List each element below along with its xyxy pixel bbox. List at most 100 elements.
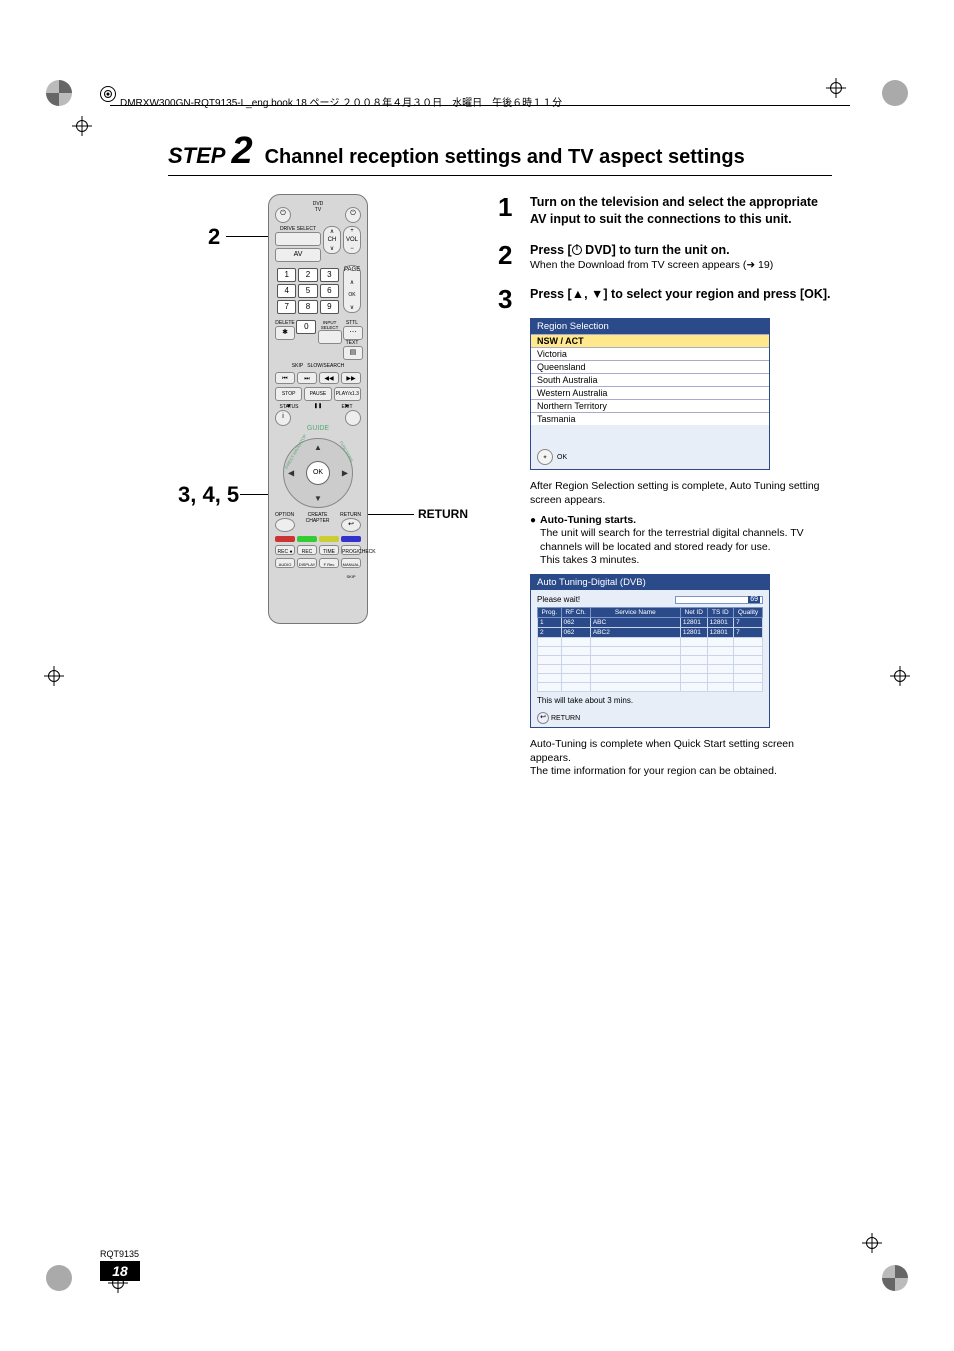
step-1-number: 1 <box>498 194 518 228</box>
region-selection-panel: Region Selection NSW / ACT Victoria Quee… <box>530 318 770 470</box>
remote-return-label: RETURN <box>340 512 361 518</box>
step-2-text-b: DVD] to turn the unit on. <box>582 243 730 257</box>
remote-stop-button: STOP■ <box>275 387 302 401</box>
remote-sttl-button: ⋯ <box>343 326 363 340</box>
region-item-nt: Northern Territory <box>531 399 769 412</box>
remote-guide-label: GUIDE <box>275 425 361 432</box>
tuning-return-label: RETURN <box>551 715 580 722</box>
remote-text-label: TEXT <box>343 340 361 346</box>
remote-direct-navigator-label: DIRECT NAVIGATOR <box>284 433 308 469</box>
remote-option-label: OPTION <box>275 512 295 518</box>
remote-drive-select-button <box>275 232 321 246</box>
remote-skip-search-label: SKIP SLOW/SEARCH <box>275 363 361 369</box>
region-item-tas: Tasmania <box>531 412 769 425</box>
tune-col-rf: RF Ch. <box>561 608 590 618</box>
step-3: 3 Press [▲, ▼] to select your region and… <box>498 286 832 312</box>
title-heading-text: Channel reception settings and TV aspect… <box>265 146 745 169</box>
header-rule <box>110 105 850 106</box>
step-2-text-a: Press [ <box>530 243 572 257</box>
region-item-wa: Western Australia <box>531 386 769 399</box>
step-3-text-a: Press [ <box>530 287 572 301</box>
auto-tuning-body-text: The unit will search for the terrestrial… <box>540 527 832 568</box>
region-item-victoria: Victoria <box>531 347 769 360</box>
tune-row-empty <box>538 656 763 665</box>
tuning-progress-bar: 69 <box>675 596 763 604</box>
tuning-table: Prog. RF Ch. Service Name Net ID TS ID Q… <box>537 607 763 692</box>
tune-col-netid: Net ID <box>680 608 707 618</box>
auto-tuning-title: Auto Tuning-Digital (DVB) <box>531 575 769 590</box>
remote-ok-button: OK <box>306 461 330 485</box>
remote-text-button: ▤ <box>343 346 363 360</box>
step-1-text: Turn on the television and select the ap… <box>530 195 818 226</box>
remote-num-2: 2 <box>298 268 317 282</box>
page-title: STEP 2 Channel reception settings and TV… <box>168 130 832 176</box>
crop-corner-br <box>882 1265 908 1291</box>
registration-target-right <box>890 666 910 686</box>
post-tune-line2: The time information for your region can… <box>530 765 832 779</box>
step-2-note: When the Download from TV screen appears… <box>530 259 832 273</box>
remote-manualskip-button: MANUAL SKIP <box>341 558 361 568</box>
remote-arrow-up: ▲ <box>314 443 322 452</box>
callout-label-2: 2 <box>208 224 220 250</box>
remote-timeslip-button: TIME SLIP <box>319 545 339 555</box>
remote-color-buttons <box>275 536 361 542</box>
after-region-text: After Region Selection setting is comple… <box>530 480 832 507</box>
remote-skip-fwd-button: ⏭ <box>297 372 317 384</box>
region-selection-title: Region Selection <box>531 319 769 334</box>
tune-row-1: 1 062 ABC 12801 12801 7 <box>538 618 763 628</box>
footer-page-number: 18 <box>100 1261 140 1281</box>
auto-tuning-starts-heading: Auto-Tuning starts. <box>540 514 636 526</box>
tune-row-2: 2 062 ABC2 12801 12801 7 <box>538 628 763 638</box>
remote-skip-back-button: ⏮ <box>275 372 295 384</box>
remote-num-3: 3 <box>320 268 339 282</box>
remote-control-illustration: DVD ⏻ TV ⏻ DRIVE SELECT AV ∧CH∨ <box>268 194 368 624</box>
region-item-queensland: Queensland <box>531 360 769 373</box>
crop-corner-tl <box>46 80 72 106</box>
header-icon: ✦ <box>100 86 116 102</box>
remote-num-9: 9 <box>320 300 339 314</box>
step-2: 2 Press [ DVD] to turn the unit on. When… <box>498 242 832 273</box>
remote-ch-rocker: ∧CH∨ <box>323 226 341 254</box>
remote-create-chapter-label: CREATE CHAPTER <box>295 512 340 524</box>
step-3-sep: , <box>584 287 591 301</box>
registration-mark-top <box>826 78 846 98</box>
remote-exit-label: EXIT <box>333 404 361 410</box>
remote-page-rocker: PAGE ∧ OK ∨ <box>343 265 361 313</box>
remote-pause-button: PAUSE❚❚ <box>304 387 331 401</box>
remote-tv-label: TV <box>291 207 345 223</box>
title-step-number: 2 <box>231 130 252 173</box>
remote-num-6: 6 <box>320 284 339 298</box>
crop-corner-bl <box>46 1265 72 1291</box>
tune-row-empty <box>538 674 763 683</box>
step-3-arrow-up: ▲ <box>572 287 584 301</box>
remote-nav-pad: OK ▲ ▼ ◀ ▶ DIRECT NAVIGATOR FUNCTIONS <box>283 438 353 508</box>
remote-vol-rocker: +VOL− <box>343 226 361 254</box>
callout-label-return: RETURN <box>418 507 468 521</box>
remote-input-select-label: INPUT SELECT <box>318 320 342 330</box>
callout-label-345: 3, 4, 5 <box>178 482 239 508</box>
registration-target-left <box>44 666 64 686</box>
remote-play-button: PLAY/x1.3▶ <box>334 387 361 401</box>
callout-line-2 <box>226 236 270 237</box>
remote-search-back-button: ◀◀ <box>319 372 339 384</box>
remote-display-button: DISPLAY <box>297 558 317 568</box>
remote-recmode-button: REC MODE <box>297 545 317 555</box>
step-2-number: 2 <box>498 242 518 273</box>
tune-row-empty <box>538 638 763 647</box>
remote-input-select-button <box>318 330 342 344</box>
post-tune-line1: Auto-Tuning is complete when Quick Start… <box>530 738 832 765</box>
tune-row-empty <box>538 665 763 674</box>
callout-line-return <box>368 514 414 515</box>
remote-tv-power-button: ⏻ <box>345 207 361 223</box>
remote-search-fwd-button: ▶▶ <box>341 372 361 384</box>
step-3-text-b: ] to select your region and press [OK]. <box>603 287 830 301</box>
remote-option-button <box>275 518 295 532</box>
remote-status-button: i <box>275 410 291 426</box>
power-icon <box>572 245 582 255</box>
remote-arrow-left: ◀ <box>288 469 294 478</box>
remote-status-label: STATUS <box>275 404 303 410</box>
remote-num-0: 0 <box>296 320 316 334</box>
tune-row-empty <box>538 647 763 656</box>
step-3-number: 3 <box>498 286 518 312</box>
remote-functions-label: FUNCTIONS <box>338 440 354 463</box>
